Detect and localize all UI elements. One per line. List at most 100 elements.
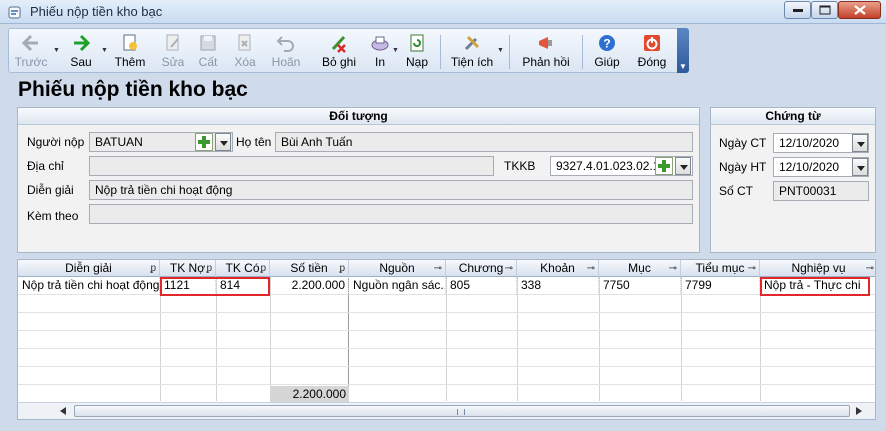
horizontal-scrollbar[interactable]	[18, 402, 875, 419]
undo-icon	[276, 36, 294, 52]
table-row[interactable]: Nộp trả tiền chi hoạt động 1121 814 2.20…	[18, 277, 875, 295]
table-row-empty[interactable]	[18, 331, 875, 349]
toolbar-separator	[440, 35, 441, 69]
title-bar: Phiếu nộp tiền kho bạc	[0, 0, 886, 24]
ngay-ct-label: Ngày CT	[719, 136, 767, 150]
prev-dropdown-icon[interactable]: ▼	[53, 47, 60, 54]
column-header-nguon[interactable]: Nguồn ⊸	[349, 260, 446, 277]
edit-button[interactable]: Sửa	[155, 31, 191, 71]
cell-muc[interactable]: 7750	[599, 277, 681, 295]
column-header-khoan[interactable]: Khoản ⊸	[517, 260, 599, 277]
so-ct-field[interactable]: PNT00031	[773, 181, 869, 201]
arrow-right-icon	[74, 34, 91, 52]
ho-ten-label: Họ tên	[236, 135, 272, 149]
pin-icon[interactable]: ⊸	[669, 260, 677, 277]
delete-button[interactable]: Xóa	[229, 31, 261, 71]
add-nguoi-nop-icon[interactable]	[195, 133, 213, 151]
scroll-left-icon[interactable]	[60, 407, 66, 415]
save-label: Cất	[198, 55, 218, 69]
pin-icon[interactable]: ᵱ	[260, 260, 266, 277]
print-button[interactable]: In	[366, 31, 394, 71]
tools-icon	[464, 35, 480, 51]
cell-so-tien[interactable]: 2.200.000	[270, 277, 349, 295]
pin-icon[interactable]: ᵱ	[150, 260, 156, 277]
app-icon	[8, 6, 21, 19]
scrollbar-thumb[interactable]	[74, 405, 850, 417]
help-icon: ?	[599, 35, 615, 51]
unpost-button[interactable]: Bỏ ghi	[318, 31, 360, 71]
ho-ten-field[interactable]: Bùi Anh Tuấn	[275, 132, 693, 152]
save-button[interactable]: Cất	[193, 31, 223, 71]
toolbar-overflow-button[interactable]: ▼	[677, 28, 689, 73]
column-header-tieu-muc[interactable]: Tiểu mục ⊸	[681, 260, 760, 277]
maximize-button[interactable]	[811, 1, 838, 19]
column-header-dien-giai[interactable]: Diễn giải ᵱ	[18, 260, 160, 277]
chung-tu-panel: Chứng từ Ngày CT 12/10/2020 Ngày HT 12/1…	[710, 107, 876, 253]
chung-tu-header: Chứng từ	[711, 108, 875, 125]
close-window-button[interactable]	[838, 1, 881, 19]
prev-label: Trước	[14, 55, 48, 69]
column-header-so-tien[interactable]: Số tiền ᵱ	[270, 260, 349, 277]
add-tkkb-icon[interactable]	[655, 157, 673, 175]
table-row-empty[interactable]	[18, 295, 875, 313]
column-header-tk-no[interactable]: TK Nợ ᵱ	[160, 260, 216, 277]
table-row-empty[interactable]	[18, 313, 875, 331]
cell-dien-giai[interactable]: Nộp trả tiền chi hoạt động	[18, 277, 160, 295]
next-button[interactable]: Sau	[63, 31, 99, 71]
column-header-nghiep-vu[interactable]: Nghiệp vụ ⊸	[760, 260, 875, 277]
pin-icon[interactable]: ⊸	[434, 260, 442, 277]
pin-icon[interactable]: ⊸	[748, 260, 756, 277]
print-dropdown-icon[interactable]: ▼	[392, 47, 399, 54]
prev-button[interactable]: Trước	[13, 31, 49, 71]
column-label: Nguồn	[379, 261, 415, 275]
pin-icon[interactable]: ᵱ	[206, 260, 212, 277]
column-header-chuong[interactable]: Chương ⊸	[446, 260, 517, 277]
dien-giai-field[interactable]: Nộp trả tiền chi hoạt động	[89, 180, 693, 200]
dia-chi-label: Địa chỉ	[27, 159, 64, 173]
feedback-button[interactable]: Phản hồi	[518, 31, 574, 71]
megaphone-icon	[539, 37, 552, 49]
column-label: Tiểu mục	[695, 261, 745, 275]
add-button[interactable]: Thêm	[112, 31, 148, 71]
ngay-ct-dropdown-button[interactable]	[852, 134, 868, 152]
pin-icon[interactable]: ᵱ	[339, 260, 345, 277]
cell-chuong[interactable]: 805	[446, 277, 517, 295]
scroll-right-icon[interactable]	[856, 407, 862, 415]
nguoi-nop-dropdown-button[interactable]	[215, 133, 231, 151]
table-row-empty[interactable]	[18, 349, 875, 367]
feedback-label: Phản hồi	[522, 55, 570, 69]
kem-theo-field[interactable]	[89, 204, 693, 224]
tkkb-label: TKKB	[504, 159, 536, 173]
pin-icon[interactable]: ⊸	[866, 260, 874, 277]
column-label: TK Nợ	[169, 261, 206, 275]
ngay-ht-dropdown-button[interactable]	[852, 158, 868, 176]
dien-giai-label: Diễn giải	[27, 183, 74, 197]
cell-khoan[interactable]: 338	[517, 277, 599, 295]
pin-icon[interactable]: ⊸	[505, 260, 513, 277]
next-dropdown-icon[interactable]: ▼	[101, 47, 108, 54]
utilities-dropdown-icon[interactable]: ▼	[497, 47, 504, 54]
cell-nguon[interactable]: Nguồn ngân sác...	[349, 277, 446, 295]
nghiep-vu-highlight	[760, 277, 870, 296]
edit-icon	[166, 34, 179, 51]
arrow-left-icon	[21, 34, 38, 52]
utilities-button[interactable]: Tiện ích	[449, 31, 495, 71]
postpone-button[interactable]: Hoãn	[267, 31, 305, 71]
cell-tieu-muc[interactable]: 7799	[681, 277, 760, 295]
reload-button[interactable]: Nạp	[403, 31, 431, 71]
column-header-tk-co[interactable]: TK Có ᵱ	[216, 260, 270, 277]
detail-grid: Diễn giải ᵱ TK Nợ ᵱ TK Có ᵱ Số tiền ᵱ Nguồn ⊸…	[17, 259, 876, 420]
reload-icon	[410, 34, 424, 52]
pin-icon[interactable]: ⊸	[587, 260, 595, 277]
dia-chi-field[interactable]	[89, 156, 494, 176]
close-form-button[interactable]: Đóng	[633, 31, 671, 71]
help-button[interactable]: ? Giúp	[590, 31, 624, 71]
new-document-icon	[123, 34, 137, 51]
add-label: Thêm	[114, 55, 146, 69]
minimize-button[interactable]	[784, 1, 811, 19]
column-header-muc[interactable]: Mục ⊸	[599, 260, 681, 277]
grid-header: Diễn giải ᵱ TK Nợ ᵱ TK Có ᵱ Số tiền ᵱ Nguồn ⊸…	[18, 260, 875, 277]
tkkb-dropdown-button[interactable]	[675, 157, 691, 175]
print-label: In	[374, 55, 385, 69]
table-row-empty[interactable]	[18, 367, 875, 385]
